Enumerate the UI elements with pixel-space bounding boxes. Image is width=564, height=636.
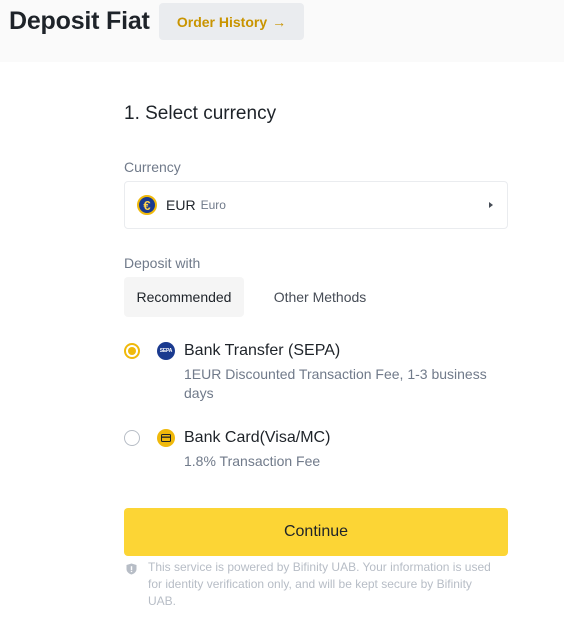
page-title: Deposit Fiat [9,7,150,35]
currency-select[interactable]: € EUR Euro [124,181,508,229]
radio-bank-card[interactable] [124,430,140,446]
order-history-button[interactable]: Order History → [159,3,304,40]
euro-coin-icon: € [137,195,157,215]
currency-name: Euro [200,198,226,212]
method-description-bank-card: 1.8% Transaction Fee [184,453,321,469]
method-description-sepa: 1EUR Discounted Transaction Fee, 1-3 bus… [184,366,487,401]
tab-other-methods[interactable]: Other Methods [258,277,382,317]
currency-code: EUR [166,197,196,213]
sepa-icon: SEPA [157,342,175,360]
method-title-sepa[interactable]: Bank Transfer (SEPA) [184,342,340,360]
order-history-label: Order History [176,13,268,30]
tab-recommended[interactable]: Recommended [124,277,244,317]
method-title-bank-card[interactable]: Bank Card(Visa/MC) [184,429,330,447]
shield-icon [126,562,137,580]
currency-label: Currency [124,159,181,175]
bank-card-icon [157,429,175,447]
page-header: Deposit Fiat Order History → [0,0,564,62]
deposit-with-label: Deposit with [124,255,201,271]
section-title: 1. Select currency [124,103,277,124]
continue-button[interactable]: Continue [124,508,508,556]
disclaimer-text: This service is powered by Bifinity UAB.… [148,560,491,608]
caret-right-icon [489,202,493,208]
radio-bank-transfer-sepa[interactable] [124,343,140,359]
arrow-right-icon: → [272,13,287,30]
